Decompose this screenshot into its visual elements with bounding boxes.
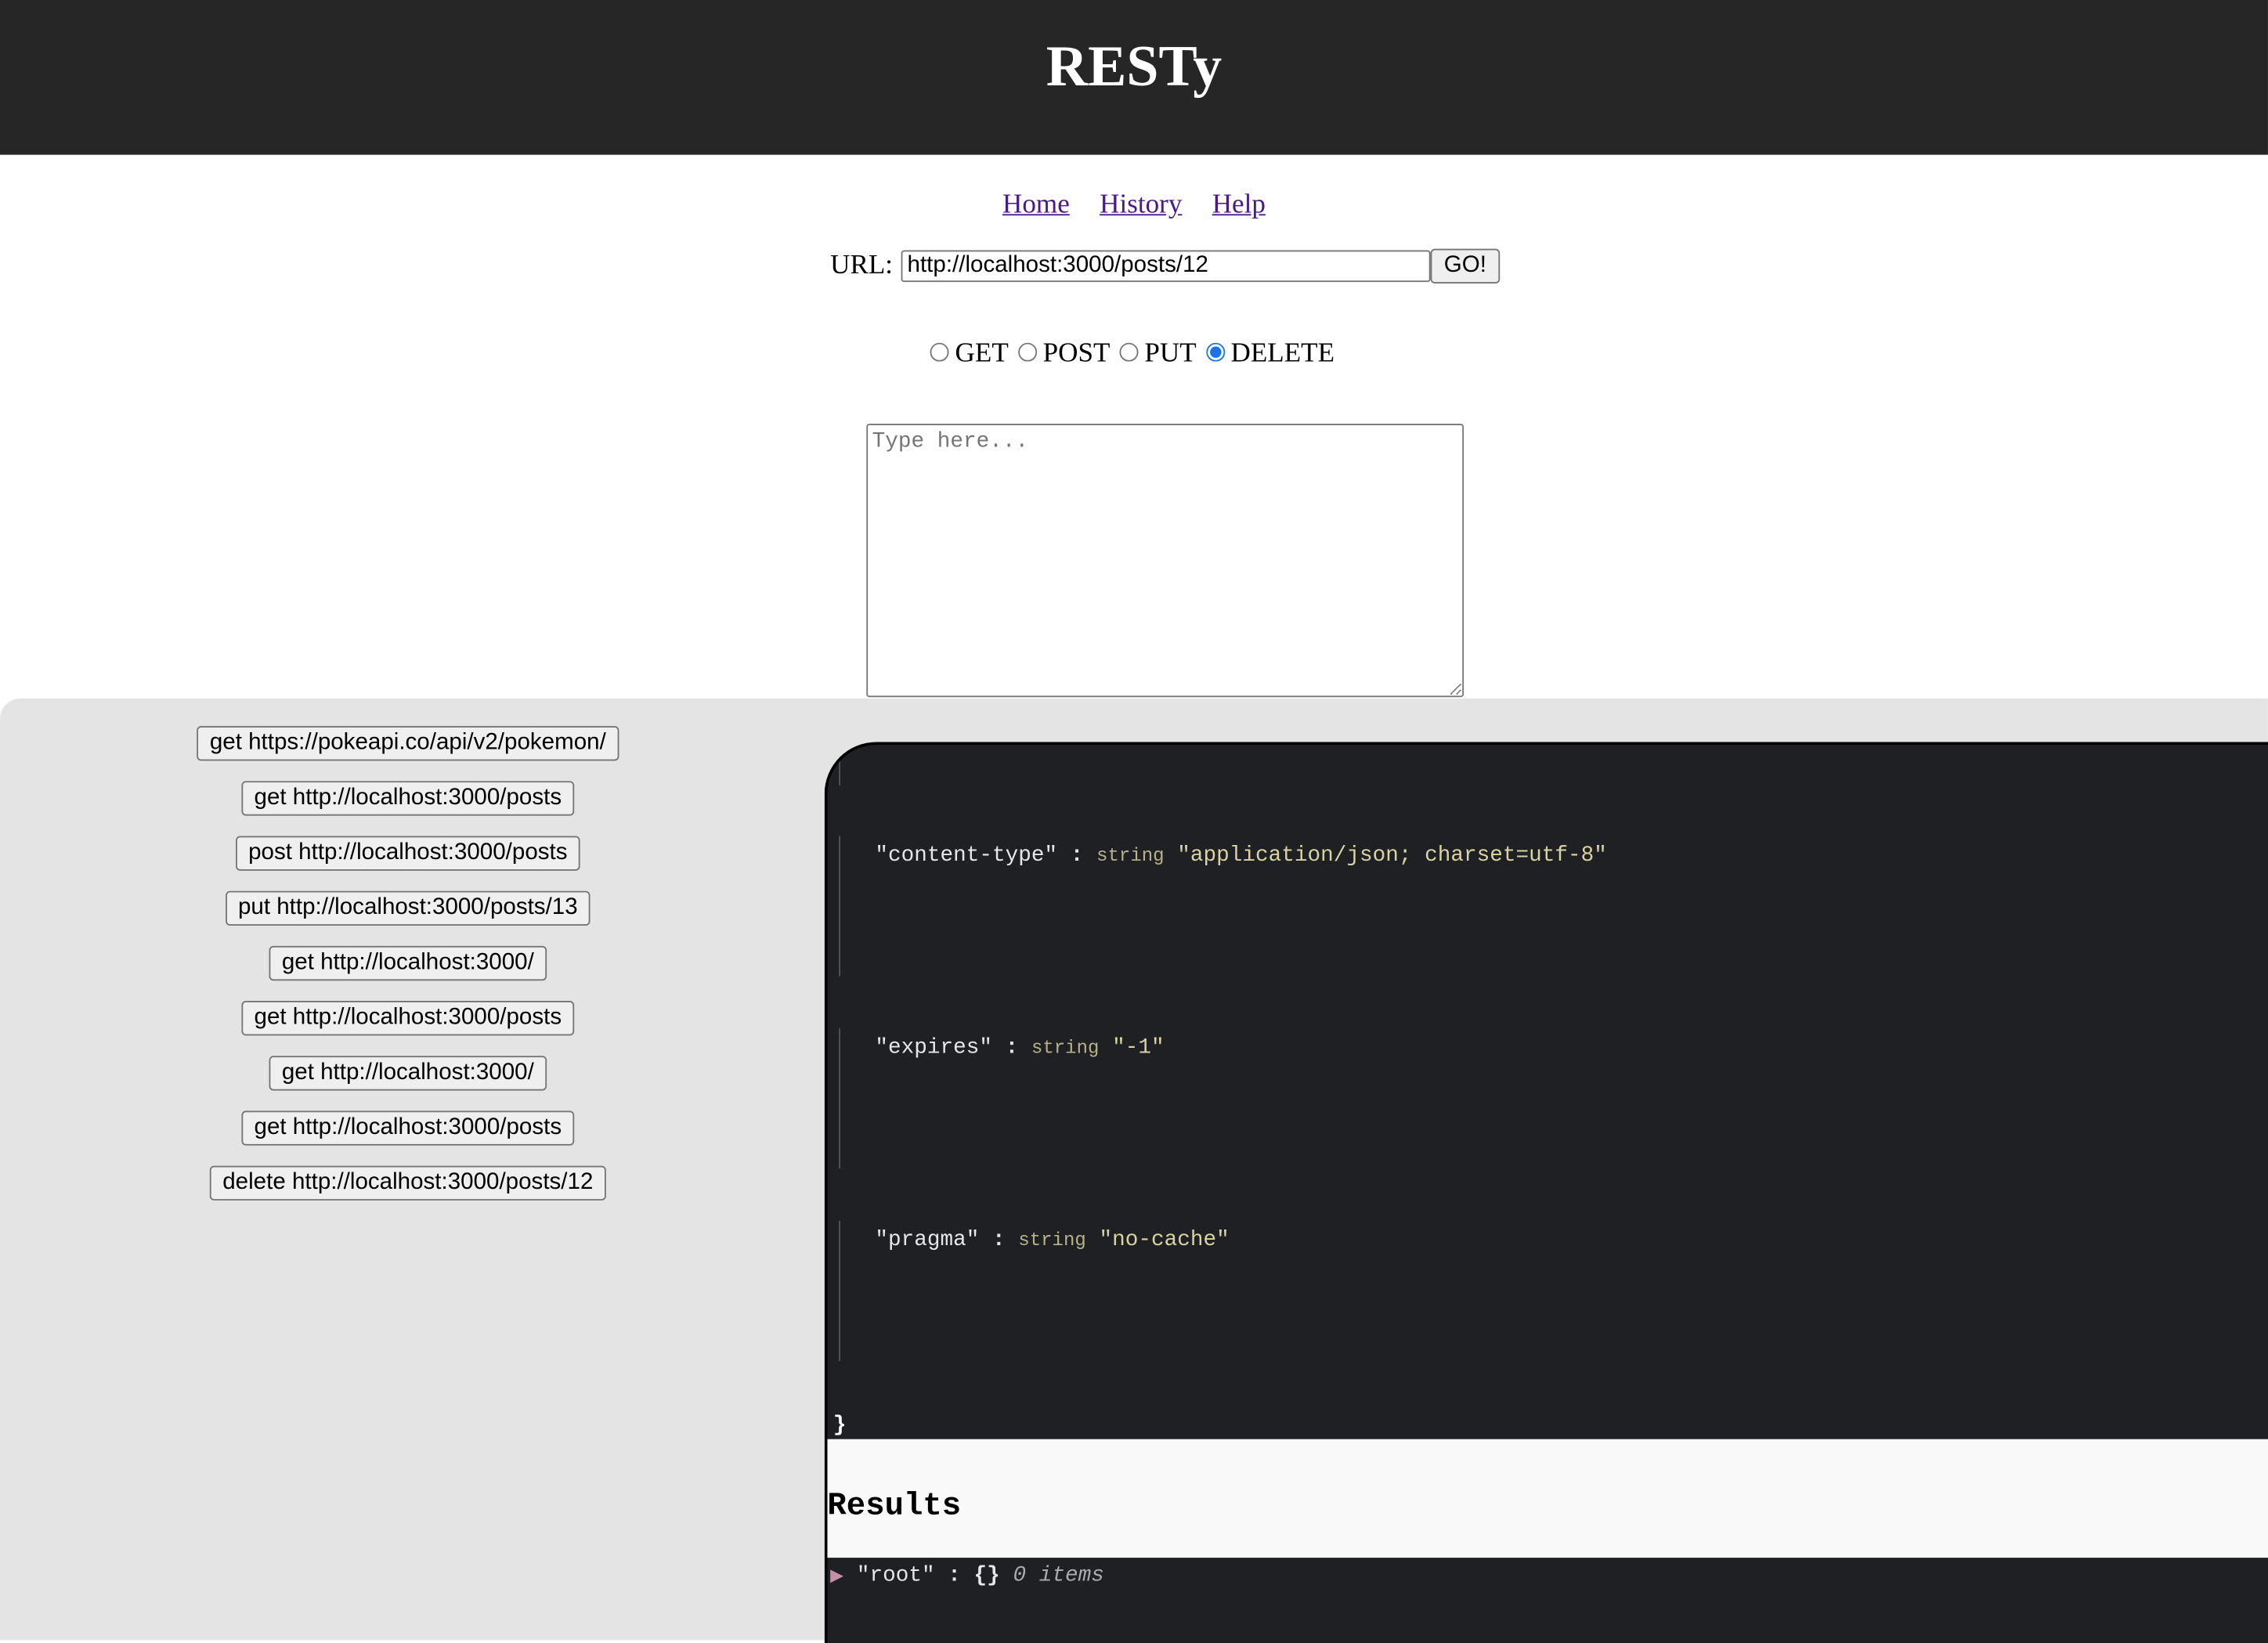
app-header: RESTy (0, 0, 2268, 155)
history-list: get https://pokeapi.co/api/v2/pokemon/ g… (0, 726, 816, 1221)
header-row: "content-type" : string "application/jso… (875, 843, 1606, 868)
results-root-row[interactable]: ▶ "root" : {} 0 items (830, 1563, 1104, 1587)
history-item[interactable]: get http://localhost:3000/ (269, 945, 547, 981)
closing-brace: } (832, 1413, 847, 1438)
method-get-radio[interactable] (930, 342, 950, 362)
lower-section: get https://pokeapi.co/api/v2/pokemon/ g… (0, 699, 2268, 1643)
tree-guide-line (839, 1028, 841, 1169)
separator: : (1070, 843, 1084, 868)
url-label: URL: (830, 250, 894, 281)
history-item[interactable]: get http://localhost:3000/posts (240, 1001, 575, 1036)
method-post-label: POST (1042, 338, 1111, 369)
header-row: "pragma" : string "no-cache" (875, 1228, 1229, 1252)
separator: : (992, 1228, 1006, 1253)
results-header: Results (827, 1439, 2268, 1558)
root-value: {} (973, 1563, 1000, 1588)
item-count: 0 items (1013, 1563, 1104, 1588)
response-panel: "content-type" : string "application/jso… (824, 742, 2268, 1643)
go-button[interactable]: GO! (1431, 248, 1500, 283)
history-item[interactable]: post http://localhost:3000/posts (235, 836, 581, 871)
history-item[interactable]: get http://localhost:3000/posts (240, 781, 575, 816)
method-delete-label: DELETE (1230, 338, 1335, 369)
tree-guide-line (839, 1220, 841, 1361)
type-label: string (1018, 1229, 1086, 1251)
type-label: string (1031, 1037, 1100, 1059)
separator: : (948, 1563, 961, 1588)
nav-help-link[interactable]: Help (1212, 190, 1266, 220)
header-row: "expires" : string "-1" (875, 1035, 1164, 1060)
tree-guide-line (839, 753, 841, 785)
method-post-radio[interactable] (1018, 342, 1038, 362)
history-item[interactable]: get http://localhost:3000/posts (240, 1110, 575, 1146)
app-title: RESTy (1046, 33, 1222, 99)
nav-home-link[interactable]: Home (1002, 190, 1070, 220)
separator: : (1005, 1035, 1019, 1060)
request-body-textarea[interactable] (866, 424, 1464, 698)
method-radio-group: GET POST PUT DELETE (0, 338, 2268, 370)
history-item[interactable]: delete http://localhost:3000/posts/12 (209, 1165, 607, 1201)
history-item[interactable]: get http://localhost:3000/ (269, 1056, 547, 1091)
tree-guide-line (839, 836, 841, 977)
url-form: URL: GO! (830, 248, 1500, 283)
header-key: "expires" (875, 1035, 993, 1060)
header-key: "content-type" (875, 843, 1058, 868)
header-value: "no-cache" (1099, 1228, 1230, 1253)
header-key: "pragma" (875, 1228, 980, 1253)
method-delete-radio[interactable] (1206, 342, 1226, 362)
header-value: "application/json; charset=utf-8" (1177, 843, 1607, 868)
nav-history-link[interactable]: History (1100, 190, 1182, 220)
header-value: "-1" (1112, 1035, 1165, 1060)
main-nav: Home History Help (0, 190, 2268, 222)
type-label: string (1096, 844, 1165, 867)
url-input[interactable] (901, 250, 1432, 283)
method-get-label: GET (955, 338, 1009, 369)
root-key: "root" (856, 1563, 935, 1588)
history-item[interactable]: put http://localhost:3000/posts/13 (225, 890, 591, 926)
method-put-radio[interactable] (1119, 342, 1139, 362)
method-put-label: PUT (1144, 338, 1197, 369)
history-item[interactable]: get https://pokeapi.co/api/v2/pokemon/ (197, 726, 619, 761)
expand-arrow-icon[interactable]: ▶ (830, 1566, 843, 1587)
results-heading: Results (827, 1488, 962, 1525)
